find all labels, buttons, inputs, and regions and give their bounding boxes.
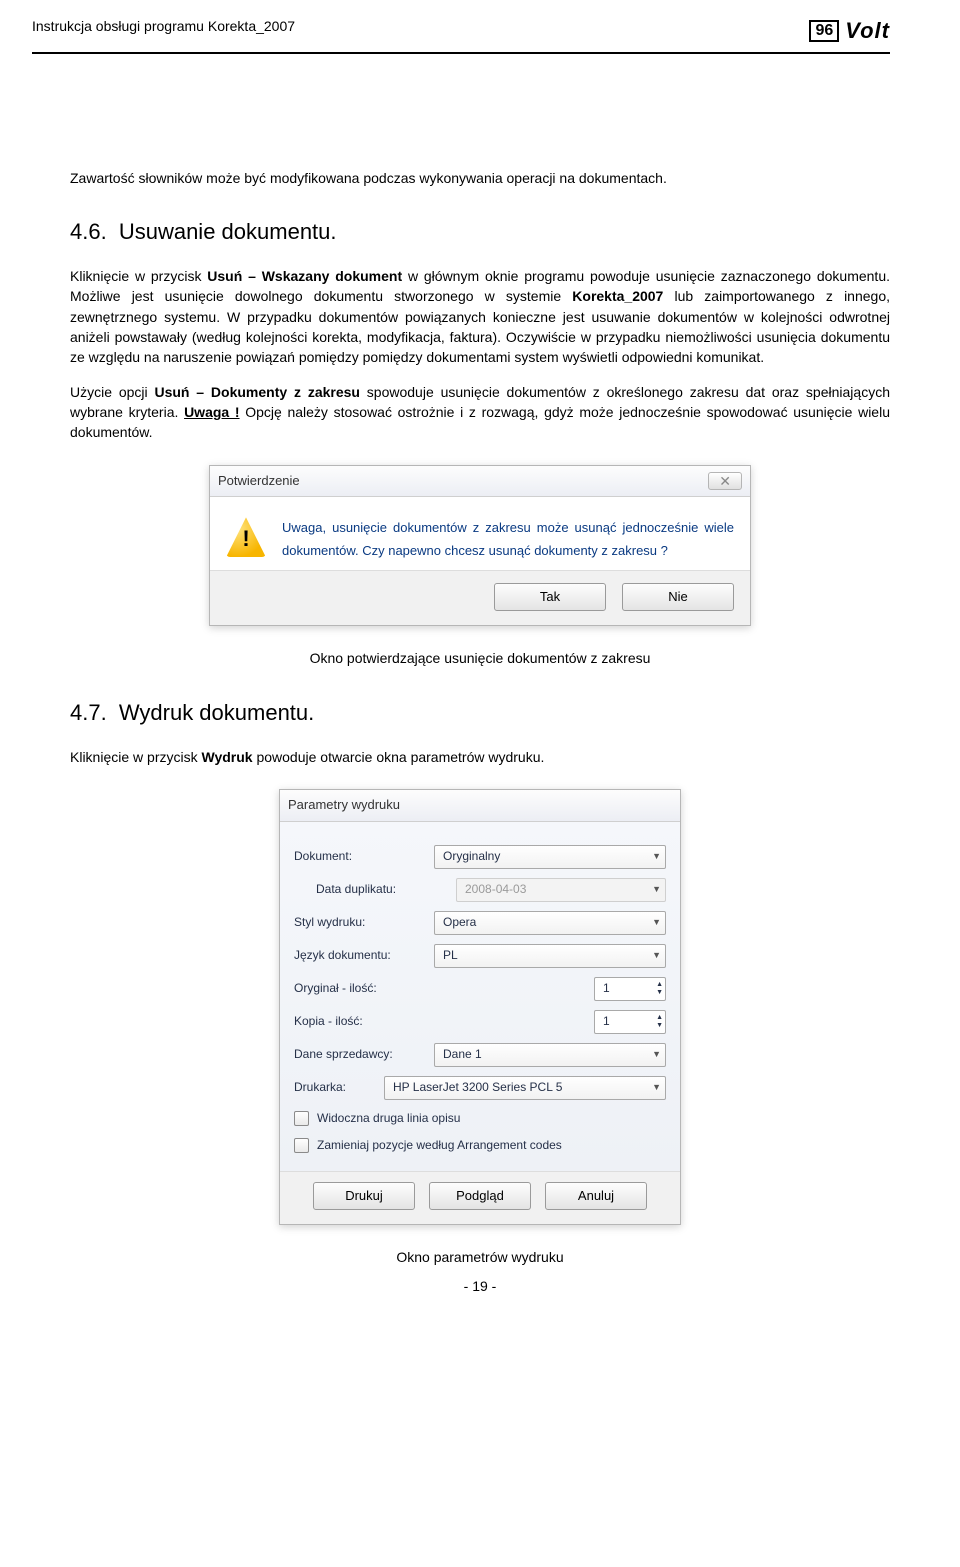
section-title: Wydruk dokumentu. (119, 700, 314, 725)
text-bold: Usuń – Wskazany dokument (207, 268, 402, 284)
checkbox-arrangement[interactable] (294, 1138, 309, 1153)
text-bold: Korekta_2007 (572, 288, 663, 304)
no-button[interactable]: Nie (622, 583, 734, 612)
label-data-duplikatu: Data duplikatu: (294, 881, 456, 898)
select-value: Oryginalny (443, 848, 500, 865)
page-header: Instrukcja obsługi programu Korekta_2007… (0, 0, 960, 52)
close-button[interactable]: ✕ (708, 472, 742, 490)
yes-button[interactable]: Tak (494, 583, 606, 612)
label-sprzedawca: Dane sprzedawcy: (294, 1046, 434, 1063)
warning-icon (226, 517, 266, 557)
paragraph: Zawartość słowników może być modyfikowan… (70, 168, 890, 188)
label-drukarka: Drukarka: (294, 1079, 384, 1096)
cancel-button[interactable]: Anuluj (545, 1182, 647, 1211)
brand-volt: Volt (845, 18, 890, 44)
select-styl[interactable]: Opera ▼ (434, 911, 666, 935)
select-data-duplikatu: 2008-04-03 ▼ (456, 878, 666, 902)
chevron-down-icon: ▼ (652, 1048, 661, 1061)
header-title: Instrukcja obsługi programu Korekta_2007 (32, 18, 295, 34)
select-value: Opera (443, 914, 476, 931)
label-jezyk: Język dokumentu: (294, 947, 434, 964)
dialog-title: Parametry wydruku (288, 796, 400, 815)
label-dokument: Dokument: (294, 848, 434, 865)
label-oryginal-ilosc: Oryginał - ilość: (294, 980, 434, 997)
updown-icon: ▲▼ (656, 981, 663, 997)
spinner-value: 1 (603, 980, 610, 997)
select-drukarka[interactable]: HP LaserJet 3200 Series PCL 5 ▼ (384, 1076, 666, 1100)
chevron-down-icon: ▼ (652, 850, 661, 863)
section-number: 4.7. (70, 700, 107, 725)
checkbox-label: Zamieniaj pozycje według Arrangement cod… (317, 1137, 562, 1154)
checkbox-label: Widoczna druga linia opisu (317, 1110, 460, 1127)
brand-96: 96 (809, 20, 839, 42)
paragraph: Kliknięcie w przycisk Wydruk powoduje ot… (70, 747, 890, 767)
section-title: Usuwanie dokumentu. (119, 219, 337, 244)
select-dokument[interactable]: Oryginalny ▼ (434, 845, 666, 869)
brand-logo: 96 Volt (809, 18, 890, 44)
dialog-titlebar: Parametry wydruku (280, 790, 680, 822)
label-kopia-ilosc: Kopia - ilość: (294, 1013, 434, 1030)
select-value: HP LaserJet 3200 Series PCL 5 (393, 1079, 562, 1096)
chevron-down-icon: ▼ (652, 1081, 661, 1094)
preview-button[interactable]: Podgląd (429, 1182, 531, 1211)
paragraph: Użycie opcji Usuń – Dokumenty z zakresu … (70, 382, 890, 443)
figure-caption: Okno parametrów wydruku (70, 1247, 890, 1267)
text-run: Kliknięcie w przycisk (70, 749, 201, 765)
paragraph: Kliknięcie w przycisk Usuń – Wskazany do… (70, 266, 890, 367)
text-warning: Uwaga ! (184, 404, 239, 420)
print-params-dialog: Parametry wydruku Dokument: Oryginalny▼ … (279, 789, 681, 1225)
spinner-value: 1 (603, 1013, 610, 1030)
spinner-oryginal[interactable]: 1 ▲▼ (594, 977, 666, 1001)
select-sprzedawca[interactable]: Dane 1 ▼ (434, 1043, 666, 1067)
section-number: 4.6. (70, 219, 107, 244)
text-run: Użycie opcji (70, 384, 154, 400)
dialog-titlebar: Potwierdzenie ✕ (210, 466, 750, 498)
select-value: 2008-04-03 (465, 881, 526, 898)
confirm-dialog: Potwierdzenie ✕ Uwaga, usunięcie dokumen… (209, 465, 751, 627)
figure-caption: Okno potwierdzające usunięcie dokumentów… (70, 648, 890, 668)
select-jezyk[interactable]: PL ▼ (434, 944, 666, 968)
text-run: powoduje otwarcie okna parametrów wydruk… (253, 749, 545, 765)
checkbox-druga-linia[interactable] (294, 1111, 309, 1126)
section-heading-46: 4.6. Usuwanie dokumentu. (70, 216, 890, 248)
label-styl: Styl wydruku: (294, 914, 434, 931)
select-value: Dane 1 (443, 1046, 482, 1063)
text-bold: Wydruk (201, 749, 252, 765)
chevron-down-icon: ▼ (652, 916, 661, 929)
chevron-down-icon: ▼ (652, 949, 661, 962)
section-heading-47: 4.7. Wydruk dokumentu. (70, 697, 890, 729)
updown-icon: ▲▼ (656, 1014, 663, 1030)
select-value: PL (443, 947, 458, 964)
chevron-down-icon: ▼ (652, 883, 661, 896)
print-button[interactable]: Drukuj (313, 1182, 415, 1211)
dialog-title: Potwierdzenie (218, 472, 300, 491)
text-bold: Usuń – Dokumenty z zakresu (154, 384, 360, 400)
dialog-message: Uwaga, usunięcie dokumentów z zakresu mo… (282, 517, 734, 561)
text-run: Kliknięcie w przycisk (70, 268, 207, 284)
spinner-kopia[interactable]: 1 ▲▼ (594, 1010, 666, 1034)
page-number: - 19 - (70, 1276, 890, 1296)
